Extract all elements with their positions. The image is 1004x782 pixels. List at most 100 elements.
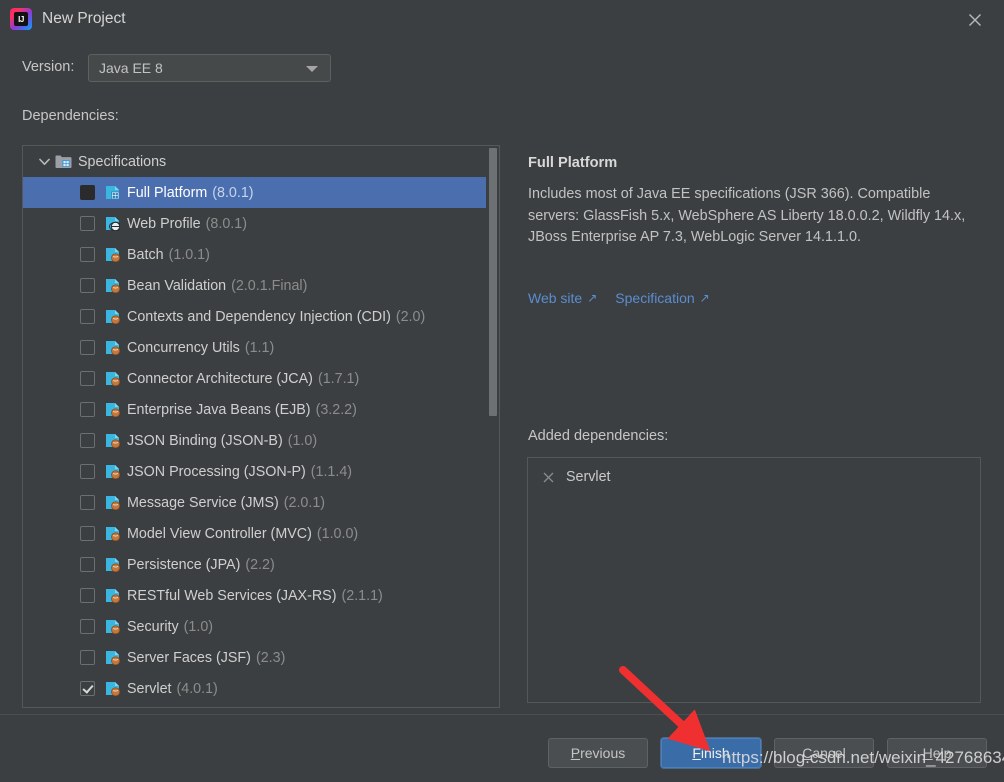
spec-bean-icon xyxy=(105,681,120,696)
dependency-checkbox[interactable] xyxy=(80,619,95,634)
spec-bean-icon xyxy=(105,464,120,479)
tree-item-batch[interactable]: Batch (1.0.1) xyxy=(23,239,499,270)
dependency-checkbox[interactable] xyxy=(80,650,95,665)
dependency-checkbox[interactable] xyxy=(80,278,95,293)
dependency-checkbox[interactable] xyxy=(80,495,95,510)
dependency-checkbox[interactable] xyxy=(80,185,95,200)
dependency-checkbox[interactable] xyxy=(80,464,95,479)
dependency-checkbox[interactable] xyxy=(80,216,95,231)
dependencies-tree: Specifications Full Platform (8.0.1) Web Pr… xyxy=(23,146,499,704)
tree-item-json-processing-json-p[interactable]: JSON Processing (JSON-P) (1.1.4) xyxy=(23,456,499,487)
new-project-dialog: IJ New Project Version: Java EE 8 Depend… xyxy=(0,0,1004,782)
dependency-name: Message Service (JMS) xyxy=(127,494,279,511)
tree-item-full-platform[interactable]: Full Platform (8.0.1) xyxy=(23,177,499,208)
dependency-checkbox[interactable] xyxy=(80,526,95,541)
tree-scrollbar-thumb[interactable] xyxy=(489,148,497,416)
dependency-name: Web Profile xyxy=(127,215,201,232)
spec-bean-icon xyxy=(105,557,120,572)
tree-scrollbar[interactable] xyxy=(486,146,499,707)
web-site-link[interactable]: Web site ↗ xyxy=(528,290,597,306)
spec-bean-icon xyxy=(105,309,120,324)
tree-group-label: Specifications xyxy=(78,153,167,170)
description-body: Includes most of Java EE specifications … xyxy=(528,186,966,245)
added-dependency-row[interactable]: Servlet xyxy=(528,463,980,491)
specification-link-label: Specification xyxy=(615,290,695,306)
specification-link[interactable]: Specification ↗ xyxy=(615,290,709,306)
tree-item-web-profile[interactable]: Web Profile (8.0.1) xyxy=(23,208,499,239)
spec-bean-icon xyxy=(105,402,120,417)
remove-dependency-icon[interactable] xyxy=(540,469,556,485)
dependency-version: (1.7.1) xyxy=(317,370,360,387)
tree-item-json-binding-json-b[interactable]: JSON Binding (JSON-B) (1.0) xyxy=(23,425,499,456)
tree-item-security[interactable]: Security (1.0) xyxy=(23,611,499,642)
dependency-name: Bean Validation xyxy=(127,277,227,294)
dependency-version: (1.0) xyxy=(287,432,318,449)
dependency-version: (3.2.2) xyxy=(315,401,357,418)
version-selected-value: Java EE 8 xyxy=(99,60,163,76)
dependency-name: Enterprise Java Beans (EJB) xyxy=(127,401,311,418)
dependency-checkbox[interactable] xyxy=(80,309,95,324)
spec-bean-icon xyxy=(105,619,120,634)
spec-bean-icon xyxy=(105,433,120,448)
dependency-version: (2.0.1.Final) xyxy=(231,277,308,294)
version-dropdown[interactable]: Java EE 8 xyxy=(88,54,331,82)
added-dependency-name: Servlet xyxy=(566,469,611,485)
spec-bean-icon xyxy=(105,278,120,293)
tree-item-enterprise-java-beans-ejb[interactable]: Enterprise Java Beans (EJB) (3.2.2) xyxy=(23,394,499,425)
dependency-name: Concurrency Utils xyxy=(127,339,240,356)
spec-bean-icon xyxy=(105,526,120,541)
dependencies-tree-panel: Specifications Full Platform (8.0.1) Web Pr… xyxy=(22,145,500,708)
description-title: Full Platform xyxy=(528,155,618,171)
dependency-version: (2.0) xyxy=(395,308,426,325)
chevron-down-icon[interactable] xyxy=(35,153,53,171)
dependency-name: Servlet xyxy=(127,680,172,697)
spec-platform-icon xyxy=(105,185,120,200)
spec-bean-icon xyxy=(105,371,120,386)
dependency-checkbox[interactable] xyxy=(80,371,95,386)
spec-bean-icon xyxy=(105,588,120,603)
dependency-version: (2.1.1) xyxy=(341,587,383,604)
tree-item-model-view-controller-mvc[interactable]: Model View Controller (MVC) (1.0.0) xyxy=(23,518,499,549)
dependency-checkbox[interactable] xyxy=(80,681,95,696)
dependency-name: Connector Architecture (JCA) xyxy=(127,370,313,387)
spec-web-icon xyxy=(105,216,120,231)
dependency-checkbox[interactable] xyxy=(80,247,95,262)
dependency-version: (1.0.1) xyxy=(168,246,210,263)
dependency-name: Security xyxy=(127,618,179,635)
tree-item-server-faces-jsf[interactable]: Server Faces (JSF) (2.3) xyxy=(23,642,499,673)
tree-item-connector-architecture-jca[interactable]: Connector Architecture (JCA) (1.7.1) xyxy=(23,363,499,394)
external-link-arrow-icon: ↗ xyxy=(699,291,710,305)
close-icon[interactable] xyxy=(958,8,992,32)
dialog-titlebar: IJ New Project xyxy=(0,0,1004,40)
description-links: Web site ↗ Specification ↗ xyxy=(528,290,710,306)
dependency-checkbox[interactable] xyxy=(80,402,95,417)
tree-item-persistence-jpa[interactable]: Persistence (JPA) (2.2) xyxy=(23,549,499,580)
tree-item-message-service-jms[interactable]: Message Service (JMS) (2.0.1) xyxy=(23,487,499,518)
dependency-name: Persistence (JPA) xyxy=(127,556,241,573)
web-site-link-label: Web site xyxy=(528,290,583,306)
dependency-version: (1.0) xyxy=(183,618,214,635)
tree-item-concurrency-utils[interactable]: Concurrency Utils (1.1) xyxy=(23,332,499,363)
tree-item-bean-validation[interactable]: Bean Validation (2.0.1.Final) xyxy=(23,270,499,301)
previous-button[interactable]: Previous xyxy=(548,738,648,768)
watermark-text: https://blog.csdn.net/weixin_42768634 xyxy=(722,748,1004,767)
dependency-version: (8.0.1) xyxy=(205,215,247,232)
dependency-version: (1.1.4) xyxy=(310,463,353,480)
dependency-checkbox[interactable] xyxy=(80,588,95,603)
dependency-name: Model View Controller (MVC) xyxy=(127,525,312,542)
specifications-folder-icon xyxy=(55,154,72,169)
tree-group-specifications[interactable]: Specifications xyxy=(23,146,499,177)
dependency-version: (2.0.1) xyxy=(283,494,326,511)
tree-item-restful-web-services-jax-rs[interactable]: RESTful Web Services (JAX-RS) (2.1.1) xyxy=(23,580,499,611)
dependency-checkbox[interactable] xyxy=(80,340,95,355)
dependency-version: (2.3) xyxy=(255,649,286,666)
dialog-title: New Project xyxy=(42,10,126,27)
tree-item-servlet[interactable]: Servlet (4.0.1) xyxy=(23,673,499,704)
dependency-name: Contexts and Dependency Injection (CDI) xyxy=(127,308,391,325)
spec-bean-icon xyxy=(105,650,120,665)
tree-item-contexts-and-dependency-injection-cdi[interactable]: Contexts and Dependency Injection (CDI)(… xyxy=(23,301,499,332)
dependency-checkbox[interactable] xyxy=(80,433,95,448)
dependency-checkbox[interactable] xyxy=(80,557,95,572)
previous-button-rest: revious xyxy=(580,745,626,761)
dependency-name: JSON Processing (JSON-P) xyxy=(127,463,306,480)
